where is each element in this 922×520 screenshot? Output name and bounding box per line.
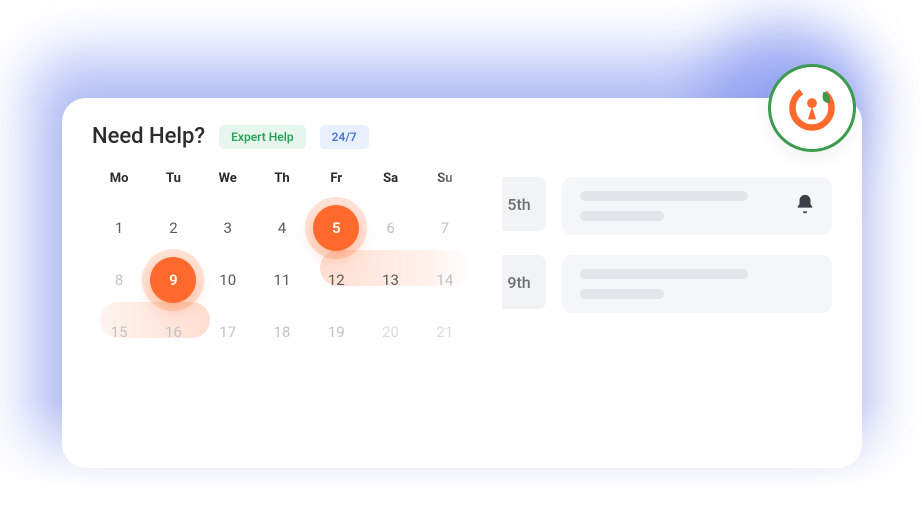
calendar-day[interactable]: 19: [309, 308, 363, 356]
calendar-day[interactable]: 20: [363, 308, 417, 356]
dow-label: Tu: [146, 171, 200, 186]
day-number: 9: [169, 271, 178, 289]
day-number: 16: [165, 323, 182, 341]
day-number: 19: [328, 323, 345, 341]
placeholder-line: [580, 289, 664, 299]
day-number: 21: [436, 323, 453, 341]
calendar-day[interactable]: 18: [255, 308, 309, 356]
calendar-day[interactable]: 2: [146, 204, 200, 252]
day-number: 8: [115, 271, 123, 289]
day-number: 11: [274, 271, 291, 289]
events-list: 5th9th: [492, 171, 832, 463]
day-number: 17: [219, 323, 236, 341]
calendar-day[interactable]: 11: [255, 256, 309, 304]
day-number: 12: [328, 271, 345, 289]
day-number: 2: [169, 219, 177, 237]
calendar-day[interactable]: 10: [201, 256, 255, 304]
page-title: Need Help?: [92, 124, 205, 149]
day-number: 1: [115, 219, 123, 237]
calendar-day[interactable]: 9: [146, 256, 200, 304]
event-item[interactable]: 9th: [492, 255, 832, 313]
calendar-day[interactable]: 5: [309, 204, 363, 252]
calendar-day[interactable]: 14: [418, 256, 472, 304]
day-number: 20: [382, 323, 399, 341]
calendar-day[interactable]: 12: [309, 256, 363, 304]
calendar-day[interactable]: 16: [146, 308, 200, 356]
calendar-day[interactable]: 4: [255, 204, 309, 252]
day-number: 4: [278, 219, 286, 237]
day-number: 10: [219, 271, 236, 289]
calendar-day[interactable]: 17: [201, 308, 255, 356]
event-item[interactable]: 5th: [492, 177, 832, 235]
keyhole-leaf-icon: [786, 82, 838, 134]
calendar-day[interactable]: 21: [418, 308, 472, 356]
calendar: MoTuWeThFrSaSu 1234567891011121314151617…: [92, 171, 472, 463]
day-number: 15: [111, 323, 128, 341]
dow-label: Fr: [309, 171, 363, 186]
event-body: [562, 255, 832, 313]
calendar-day[interactable]: 15: [92, 308, 146, 356]
brand-logo[interactable]: [768, 64, 856, 152]
dow-label: Su: [418, 171, 472, 186]
card-header: Need Help? Expert Help 24/7: [62, 124, 862, 171]
help-calendar-card: Need Help? Expert Help 24/7 MoTuWeThFrSa…: [62, 98, 862, 468]
calendar-day[interactable]: 8: [92, 256, 146, 304]
placeholder-line: [580, 211, 664, 221]
dow-label: Sa: [363, 171, 417, 186]
day-number: 14: [436, 271, 453, 289]
calendar-day[interactable]: 3: [201, 204, 255, 252]
event-date-box: 5th: [492, 177, 546, 231]
expert-help-badge[interactable]: Expert Help: [219, 125, 306, 149]
calendar-day[interactable]: 6: [363, 204, 417, 252]
bell-icon[interactable]: [794, 193, 816, 215]
event-date-box: 9th: [492, 255, 546, 309]
placeholder-line: [580, 191, 748, 201]
event-body: [562, 177, 832, 235]
day-number: 6: [386, 219, 394, 237]
calendar-day[interactable]: 7: [418, 204, 472, 252]
day-number: 7: [441, 219, 449, 237]
dow-label: Mo: [92, 171, 146, 186]
calendar-day[interactable]: 1: [92, 204, 146, 252]
day-number: 13: [382, 271, 399, 289]
day-number: 3: [223, 219, 231, 237]
dow-label: We: [201, 171, 255, 186]
day-number: 18: [274, 323, 291, 341]
calendar-day[interactable]: 13: [363, 256, 417, 304]
dow-label: Th: [255, 171, 309, 186]
availability-badge[interactable]: 24/7: [320, 125, 369, 149]
placeholder-line: [580, 269, 748, 279]
day-number: 5: [332, 219, 341, 237]
